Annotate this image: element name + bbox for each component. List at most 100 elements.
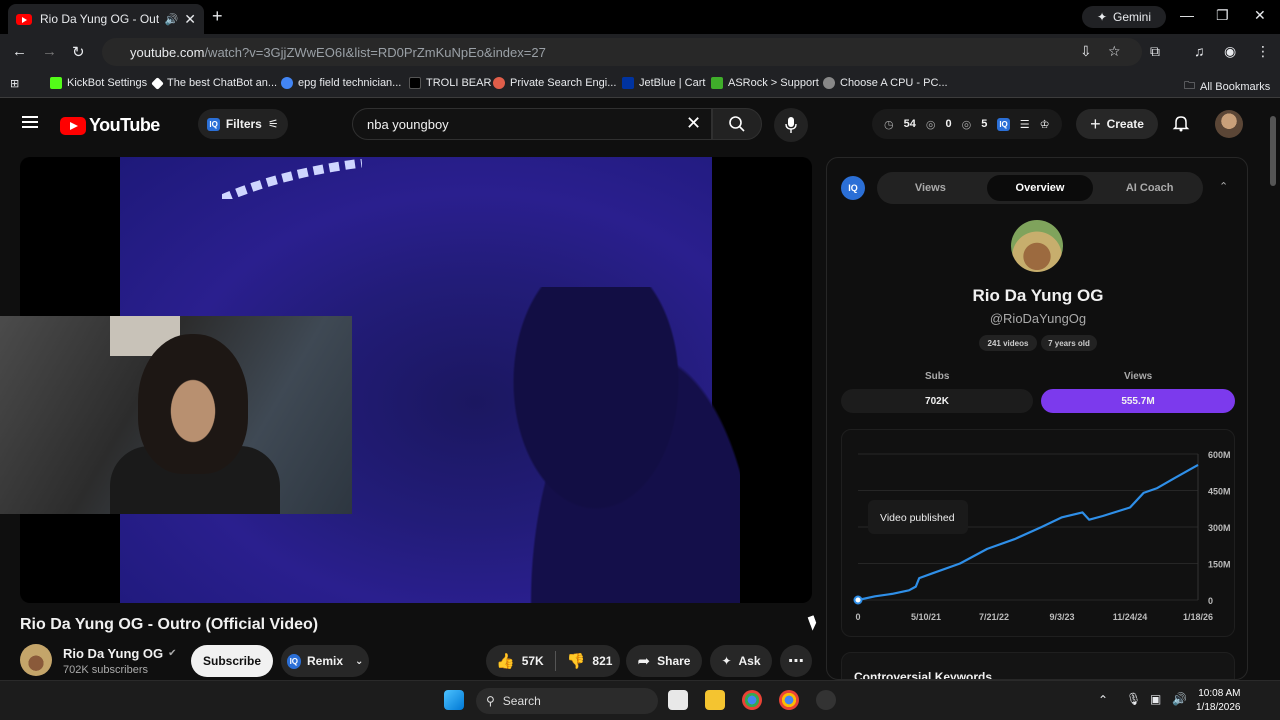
all-bookmarks[interactable]: 🗀 All Bookmarks: [1184, 77, 1270, 96]
audio-playing-icon[interactable]: 🔊: [165, 13, 179, 26]
chevron-up-icon[interactable]: ⌃: [1098, 693, 1108, 707]
clear-search-icon[interactable]: ✕: [686, 113, 701, 134]
minimize-window-icon[interactable]: —: [1180, 7, 1194, 23]
clock-icon: ◷: [884, 118, 894, 131]
hamburger-menu-icon[interactable]: [22, 116, 38, 128]
bookmark-item[interactable]: KickBot Settings: [50, 77, 147, 89]
windows-start-icon[interactable]: [444, 690, 464, 710]
extensions-icon[interactable]: ⧉: [1150, 43, 1160, 60]
bookmark-star-icon[interactable]: ☆: [1108, 43, 1121, 60]
like-button[interactable]: 👍 57K: [496, 652, 544, 670]
webcam-person-face: [138, 334, 248, 474]
subscribe-button[interactable]: Subscribe: [191, 645, 273, 677]
youtube-logo[interactable]: YouTube: [60, 115, 160, 136]
network-icon[interactable]: ▣: [1150, 692, 1161, 706]
search-button[interactable]: [712, 108, 762, 140]
forward-icon[interactable]: →: [42, 43, 57, 60]
vidiq-stats-bar[interactable]: ◷ 54 ◎ 0 ◎ 5 IQ ☰ ♔: [872, 109, 1062, 139]
asrock-icon: [711, 77, 723, 89]
kickbot-icon: [50, 77, 62, 89]
gemini-button[interactable]: ✦ Gemini: [1082, 6, 1166, 28]
scrollbar-thumb[interactable]: [1270, 116, 1276, 186]
store-icon[interactable]: [668, 690, 688, 710]
bookmark-item[interactable]: The best ChatBot an...: [151, 76, 277, 90]
x-tick-label: 9/3/23: [1049, 612, 1074, 622]
chrome-active-icon[interactable]: [779, 690, 799, 710]
back-icon[interactable]: ←: [12, 43, 27, 60]
chatbot-icon: [151, 76, 164, 90]
create-label: Create: [1106, 117, 1144, 131]
page-scrollbar[interactable]: [1266, 100, 1280, 680]
reload-icon[interactable]: ↻: [72, 43, 85, 61]
create-button[interactable]: + Create: [1076, 109, 1158, 139]
views-value[interactable]: 555.7M: [1041, 389, 1235, 413]
file-explorer-icon[interactable]: [705, 690, 725, 710]
share-button[interactable]: ➦ Share: [626, 645, 702, 677]
microphone-icon: [785, 117, 797, 133]
tab-views[interactable]: Views: [877, 182, 984, 194]
views-chart-svg: 0 150M 300M 450M 600M 0 5/10/21 7/21/22 9/3/23 11…: [853, 450, 1231, 622]
tooltip-text: Video published: [880, 512, 955, 524]
remix-button[interactable]: IQ Remix ⌄: [281, 645, 369, 677]
install-app-icon[interactable]: ⇩: [1080, 43, 1092, 60]
app-icon[interactable]: [816, 690, 836, 710]
bookmark-item[interactable]: JetBlue | Cart: [622, 77, 705, 89]
chevron-up-icon[interactable]: ⌃: [1219, 180, 1228, 193]
panel-channel-handle: @RioDaYungOg: [989, 311, 1087, 326]
more-actions-icon[interactable]: ⋯: [780, 645, 812, 677]
volume-icon[interactable]: 🔊: [1172, 692, 1187, 706]
bookmark-item[interactable]: epg field technician...: [281, 77, 401, 89]
vidiq-panel: IQ Views Overview AI Coach ⌃ Rio Da Yung…: [826, 157, 1248, 680]
person-silhouette: [500, 287, 740, 603]
apps-icon[interactable]: ⊞: [10, 77, 19, 90]
close-tab-icon[interactable]: ✕: [184, 11, 196, 28]
url-path: /watch?v=3GjjZWwEO6I&list=RD0PrZmKuNpEo&…: [204, 44, 546, 60]
youtube-header: YouTube IQ Filters ⚟ nba youngboy ✕ ◷ 54 …: [0, 100, 1266, 150]
menu-icon[interactable]: ⋮: [1256, 43, 1270, 60]
subs-value[interactable]: 702K: [841, 389, 1033, 413]
sparkle-icon: ✦: [721, 654, 732, 668]
bookmark-item[interactable]: Private Search Engi...: [493, 77, 616, 89]
google-icon: [281, 77, 293, 89]
taskbar-search[interactable]: ⚲ Search: [476, 688, 658, 714]
windows-taskbar: ⚲ Search ⌃ 🎙 ▣ 🔊 10:08 AM 1/18/2026: [0, 680, 1280, 720]
age-chip: 7 years old: [1041, 335, 1097, 351]
close-window-icon[interactable]: ✕: [1254, 7, 1266, 24]
y-tick-label: 150M: [1208, 560, 1231, 570]
browser-tab[interactable]: Rio Da Yung OG - Outro (O 🔊 ✕: [8, 4, 204, 34]
troli-icon: [409, 77, 421, 89]
voice-search-button[interactable]: [774, 108, 808, 142]
x-tick-label: 0: [855, 612, 860, 622]
media-controls-icon[interactable]: ♫: [1194, 43, 1205, 59]
bookmark-item[interactable]: Choose A CPU - PC...: [823, 77, 948, 89]
restore-window-icon[interactable]: ❐: [1216, 7, 1229, 24]
bookmark-item[interactable]: ASRock > Support: [711, 77, 819, 89]
new-tab-button[interactable]: +: [212, 6, 223, 27]
microphone-icon[interactable]: 🎙: [1126, 692, 1141, 706]
channel-name[interactable]: Rio Da Yung OG ✔: [63, 646, 177, 661]
dislike-button[interactable]: 👎 821: [567, 652, 613, 670]
profile-icon[interactable]: ◉: [1224, 43, 1236, 60]
user-avatar[interactable]: [1215, 110, 1243, 138]
panel-tabs: Views Overview AI Coach: [877, 172, 1203, 204]
iq-icon: IQ: [841, 176, 865, 200]
browser-toolbar: ← → ↻ youtube.com/watch?v=3GjjZWwEO6I&li…: [0, 34, 1280, 70]
ask-button[interactable]: ✦ Ask: [710, 645, 772, 677]
channel-avatar[interactable]: [20, 644, 52, 676]
bookmarks-bar: ⊞ KickBot Settings The best ChatBot an..…: [0, 70, 1280, 98]
controversial-keywords-header[interactable]: Controversial Keywords: [841, 652, 1235, 679]
filters-button[interactable]: IQ Filters ⚟: [198, 109, 288, 139]
tab-ai-coach[interactable]: AI Coach: [1096, 182, 1203, 194]
search-input[interactable]: nba youngboy: [352, 108, 712, 140]
bookmark-item[interactable]: TROLI BEAR: [409, 77, 491, 89]
tab-overview[interactable]: Overview: [986, 175, 1094, 201]
panel-channel-name: Rio Da Yung OG: [972, 286, 1104, 305]
eye-icon: ◎: [961, 118, 972, 131]
chrome-icon[interactable]: [742, 690, 762, 710]
notifications-bell-icon[interactable]: [1172, 114, 1190, 137]
y-tick-label: 600M: [1208, 450, 1231, 460]
search-icon: ⚲: [486, 694, 495, 708]
iq-icon: IQ: [207, 117, 220, 131]
address-bar[interactable]: youtube.com/watch?v=3GjjZWwEO6I&list=RD0…: [102, 38, 1142, 66]
clock[interactable]: 10:08 AM 1/18/2026: [1196, 687, 1241, 715]
